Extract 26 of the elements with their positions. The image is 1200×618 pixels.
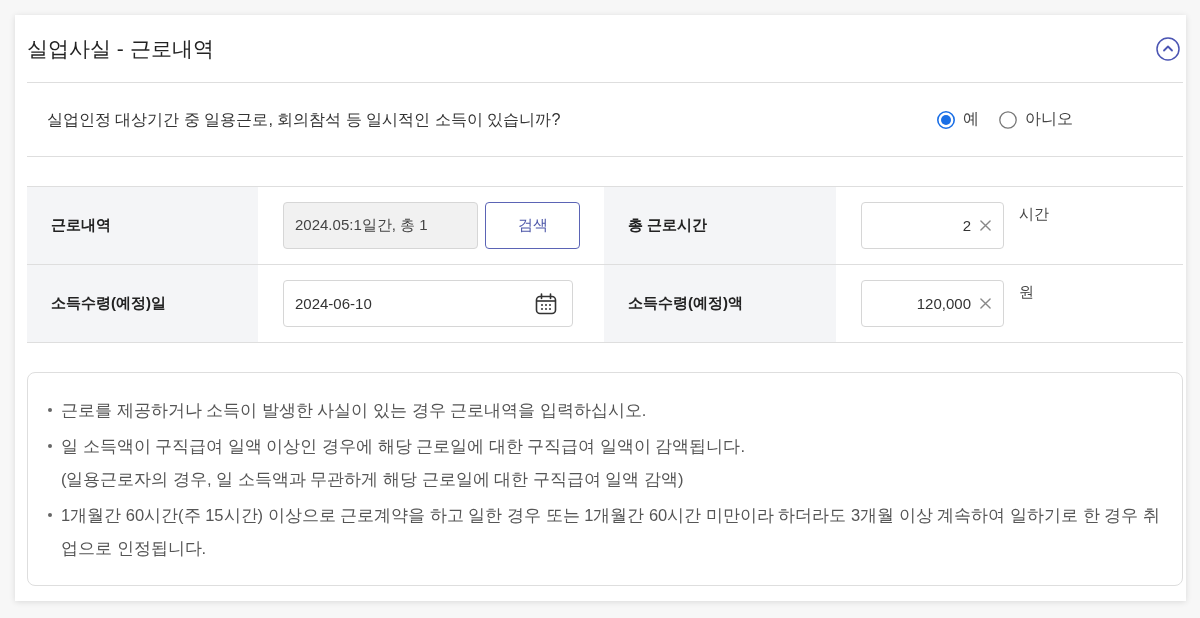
notice-text: 일 소득액이 구직급여 일액 이상인 경우에 해당 근로일에 대한 구직급여 일액이 감액됩니다. xyxy=(61,436,745,457)
chevron-up-icon[interactable] xyxy=(1156,36,1180,61)
question-text: 실업인정 대상기간 중 일용근로, 회의참석 등 일시적인 소득이 있습니까? xyxy=(47,108,561,130)
field-label: 총 근로시간 xyxy=(604,187,836,265)
notice-text: (일용근로자의 경우, 일 소득액과 무관하게 해당 근로일에 대한 구직급여 일액 감액) xyxy=(61,469,685,490)
radio-label[interactable]: 아니오 xyxy=(1025,109,1073,130)
amount-field[interactable]: 120,000 xyxy=(861,280,1004,327)
section-title: 실업사실 - 근로내역 xyxy=(27,35,214,62)
date-field[interactable]: 2024-06-10 xyxy=(283,280,573,327)
unit-label: 시간 xyxy=(1019,205,1049,224)
field-label: 소득수령(예정)액 xyxy=(604,265,836,343)
clear-icon[interactable] xyxy=(980,298,991,309)
field-label: 소득수령(예정)일 xyxy=(27,265,258,343)
bullet-icon xyxy=(48,408,52,412)
calendar-icon[interactable] xyxy=(534,291,558,316)
bullet-icon xyxy=(48,444,52,448)
radio-button[interactable] xyxy=(999,110,1017,129)
notice-text: 근로를 제공하거나 소득이 발생한 사실이 있는 경우 근로내역을 입력하십시오. xyxy=(61,400,647,421)
unit-label: 원 xyxy=(1019,283,1034,302)
radio-button[interactable] xyxy=(937,110,955,129)
bullet-icon xyxy=(48,513,52,517)
field-label: 근로내역 xyxy=(27,187,258,265)
radio-label[interactable]: 예 xyxy=(963,109,979,130)
clear-icon[interactable] xyxy=(980,220,991,231)
amount-field[interactable]: 2 xyxy=(861,202,1004,249)
notice-text: 1개월간 60시간(주 15시간) 이상으로 근로계약을 하고 일한 경우 또는 1개월간 60시간 미만이라 하더라도 3개월 이상 계속하여 일하기로 한 경우 취업으로 인정됩니다. xyxy=(61,505,1161,559)
